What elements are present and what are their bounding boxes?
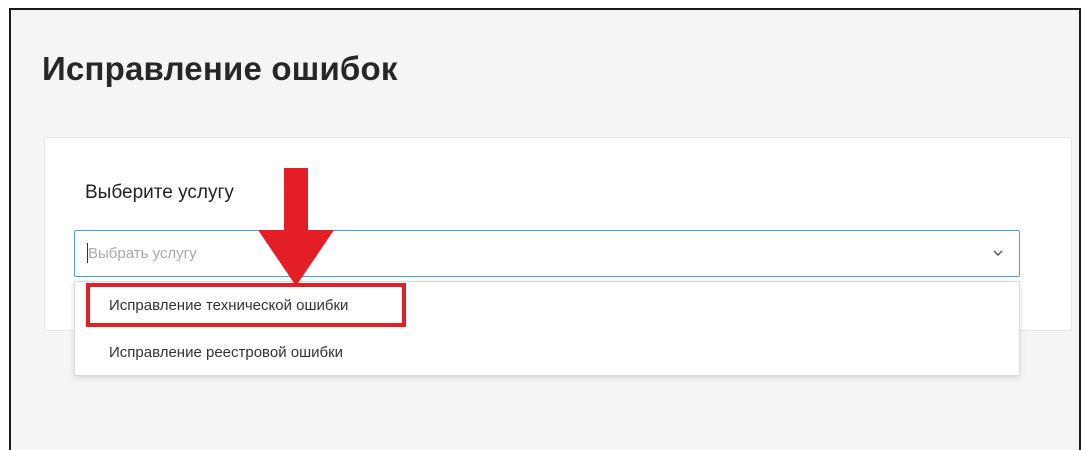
service-select-placeholder: Выбрать услугу	[88, 245, 197, 262]
service-field-label: Выберите услугу	[85, 182, 234, 203]
service-dropdown-list: Исправление технической ошибки Исправлен…	[74, 281, 1020, 376]
chevron-down-icon[interactable]	[991, 246, 1005, 260]
option-technical-error[interactable]: Исправление технической ошибки	[75, 286, 1019, 326]
page-frame: Исправление ошибок Выберите услугу	[9, 8, 1081, 450]
page-title: Исправление ошибок	[42, 50, 398, 87]
service-select[interactable]: Выбрать услугу	[74, 230, 1020, 277]
option-registry-error[interactable]: Исправление реестровой ошибки	[75, 333, 1019, 373]
option-label: Исправление реестровой ошибки	[109, 344, 344, 361]
option-label: Исправление технической ошибки	[109, 297, 349, 314]
